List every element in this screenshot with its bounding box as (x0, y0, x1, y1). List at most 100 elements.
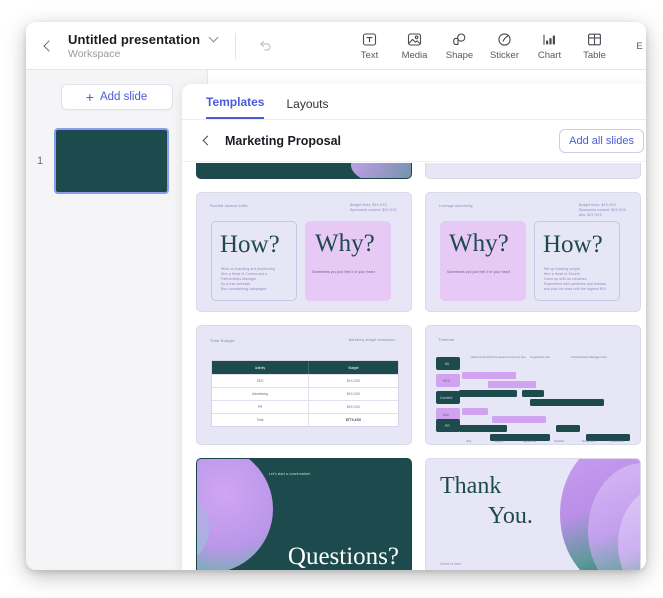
tool-label: Media (402, 50, 428, 61)
slides-sidebar: + Add slide 1 (26, 70, 208, 570)
tool-label: Chart (538, 50, 561, 61)
template-eyebrow: Let's start a conversation! (269, 472, 311, 476)
cell: $XX,XXX (347, 405, 360, 409)
how-panel: How? Set up tracking scripts Hire a Head… (534, 221, 620, 301)
template-row: Possible inbound traffic Budget hires: $… (196, 192, 644, 312)
tab-layouts[interactable]: Layouts (286, 97, 328, 119)
tool-media[interactable]: Media (392, 22, 437, 70)
undo-button[interactable] (248, 29, 282, 63)
template-eyebrow: Possible inbound traffic (210, 204, 248, 209)
decorative-circle (196, 458, 273, 570)
panel-tabs: Templates Layouts (182, 84, 646, 120)
template-caption: Marketing budget breakdown (349, 338, 395, 343)
axis-tick: November (582, 439, 596, 443)
table-row: SEO $XX,XXX (212, 374, 398, 387)
list-item[interactable]: 1 (26, 128, 207, 194)
template-card-why-how[interactable]: Leverage advertising Budget hires: $XX,X… (425, 192, 641, 312)
row-label: Ads (443, 413, 449, 418)
plus-icon: + (86, 90, 94, 104)
table-row: Total $TTX,XXX (212, 413, 398, 426)
gantt-bar (522, 390, 544, 397)
row-label-chip: Content (436, 391, 460, 404)
tool-chart[interactable]: Chart (527, 22, 572, 70)
tab-templates[interactable]: Templates (206, 95, 264, 119)
tool-table[interactable]: Table (572, 22, 617, 70)
slide-thumbnail[interactable] (54, 128, 169, 194)
tool-embed[interactable]: E (617, 22, 646, 70)
tool-label: Sticker (490, 50, 519, 61)
template-eyebrow: Leverage advertising (439, 204, 473, 209)
template-heading: Questions? (288, 543, 399, 570)
bullet-list: Work on branding and positioning Hire a … (221, 267, 295, 292)
shape-icon (451, 31, 468, 48)
template-card-questions[interactable]: Let's start a conversation! Questions? (196, 458, 412, 570)
panel-header: Marketing Proposal Add all slides (182, 120, 646, 162)
templates-panel: Templates Layouts Marketing Proposal Add… (182, 84, 646, 570)
slide-number: 1 (26, 155, 54, 167)
template-row: Let's start a conversation! Questions? T… (196, 458, 644, 570)
template-card-timeline-gantt[interactable]: Timeline All SEO Content Ads (425, 325, 641, 445)
template-heading-line1: Thank (440, 473, 501, 500)
template-footer: Client is here (440, 562, 461, 567)
template-caption: Sometimes you just feel it in your heart (312, 270, 388, 275)
cell: $TTX,XXX (346, 418, 361, 422)
column-header: Activity (255, 366, 265, 370)
workspace-label: Workspace (68, 48, 217, 60)
tool-shape[interactable]: Shape (437, 22, 482, 70)
tool-text[interactable]: Text (347, 22, 392, 70)
why-panel: Why? Sometimes you just feel it in your … (440, 221, 526, 301)
media-icon (406, 31, 423, 48)
tool-sticker[interactable]: Sticker (482, 22, 527, 70)
gantt-bar (556, 425, 580, 432)
add-slide-button[interactable]: + Add slide (61, 84, 173, 110)
row-label: PR (445, 424, 450, 428)
template-heading: How? (543, 232, 603, 257)
undo-icon (257, 38, 273, 54)
axis-tick: October (554, 439, 565, 443)
table-row: PR $XX,XXX (212, 400, 398, 413)
table-header-row: Activity Budget (212, 361, 398, 374)
template-card-how-why[interactable]: Possible inbound traffic Budget hires: $… (196, 192, 412, 312)
why-panel: Why? Sometimes you just feel it in your … (305, 221, 391, 301)
cell: $XX,XXX (347, 379, 360, 383)
table-icon (586, 31, 603, 48)
add-all-slides-button[interactable]: Add all slides (559, 129, 644, 153)
template-caption: Sometimes you just feel it in your heart (447, 270, 523, 275)
row-label-chip: All (436, 357, 460, 370)
milestone-label: Copywriter hire (524, 355, 556, 359)
metric-line: Sponsored content: $XX,XXX (350, 208, 397, 213)
cell: SEO (257, 379, 264, 383)
cell: Advertising (252, 392, 268, 396)
template-heading: Why? (449, 231, 509, 256)
gantt-bar (459, 390, 517, 397)
tool-label: Table (583, 50, 606, 61)
chevron-left-icon[interactable] (203, 136, 213, 146)
gantt-bar (462, 408, 488, 415)
insert-tools: Text Media Shape (347, 22, 646, 70)
template-card-thank-you[interactable]: Thank You. Client is here (425, 458, 641, 570)
gantt-bar (530, 399, 604, 406)
back-button[interactable] (36, 22, 62, 70)
text-icon (361, 31, 378, 48)
template-heading-line2: You. (488, 503, 533, 530)
top-toolbar: Untitled presentation Workspace Text (26, 22, 646, 70)
axis-tick: August (494, 439, 503, 443)
template-card-partial-teal[interactable] (196, 163, 412, 179)
table-row: Advertising $XX,XXX (212, 387, 398, 400)
template-grid[interactable]: Possible inbound traffic Budget hires: $… (182, 163, 646, 570)
tool-label: Text (361, 50, 378, 61)
chevron-down-icon[interactable] (209, 32, 219, 42)
template-card-partial-lavender[interactable] (425, 163, 641, 179)
document-title-block: Untitled presentation Workspace (68, 32, 217, 60)
toolbar-divider (235, 33, 236, 59)
template-card-budget-table[interactable]: Total Budget Marketing budget breakdown … (196, 325, 412, 445)
page-title: Untitled presentation (68, 32, 200, 47)
tool-label: Shape (446, 50, 473, 61)
row-label: SEO (443, 379, 450, 384)
axis-tick: December (610, 439, 624, 443)
bullet-list: Set up tracking scripts Hire a Head of G… (544, 267, 618, 292)
milestone-label: Partnerships Manager hire (570, 355, 608, 359)
add-slide-label: Add slide (100, 91, 147, 103)
column-header: Budget (348, 366, 358, 370)
template-eyebrow: Timeline (438, 337, 455, 343)
